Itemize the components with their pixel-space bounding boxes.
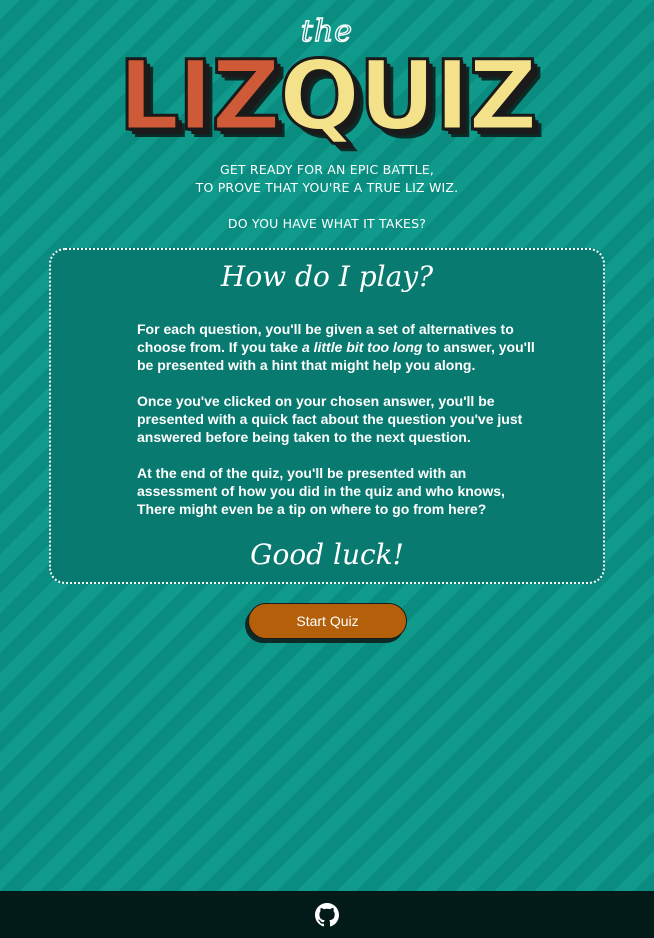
good-luck-text: Good luck! xyxy=(250,538,404,571)
tagline: GET READY FOR AN EPIC BATTLE, TO PROVE T… xyxy=(0,161,654,197)
instructions-body: For each question, you'll be given a set… xyxy=(137,320,537,536)
tagline-line-1: GET READY FOR AN EPIC BATTLE, xyxy=(219,162,435,177)
logo-part-quiz: QUIZ xyxy=(277,40,539,152)
logo-part-liz: LIZ xyxy=(117,40,282,152)
github-icon[interactable] xyxy=(315,902,339,927)
emphasis-text: a little bit too long xyxy=(301,339,423,355)
logo: LIZQUIZ xyxy=(0,40,654,152)
instructions-paragraph-2: Once you've clicked on your chosen answe… xyxy=(137,393,523,445)
page: the LIZQUIZ GET READY FOR AN EPIC BATTLE… xyxy=(0,0,654,891)
tagline-question: DO YOU HAVE WHAT IT TAKES? xyxy=(227,216,427,231)
instructions-title: How do I play? xyxy=(220,260,434,293)
instructions-card: How do I play? For each question, you'll… xyxy=(49,248,605,584)
instructions-paragraph-3: At the end of the quiz, you'll be presen… xyxy=(137,465,505,517)
start-quiz-button[interactable]: Start Quiz xyxy=(248,603,407,639)
footer xyxy=(0,891,654,938)
instructions-paragraph-1: For each question, you'll be given a set… xyxy=(137,321,535,373)
tagline-line-2: TO PROVE THAT YOU'RE A TRUE LIZ WIZ. xyxy=(195,180,459,195)
